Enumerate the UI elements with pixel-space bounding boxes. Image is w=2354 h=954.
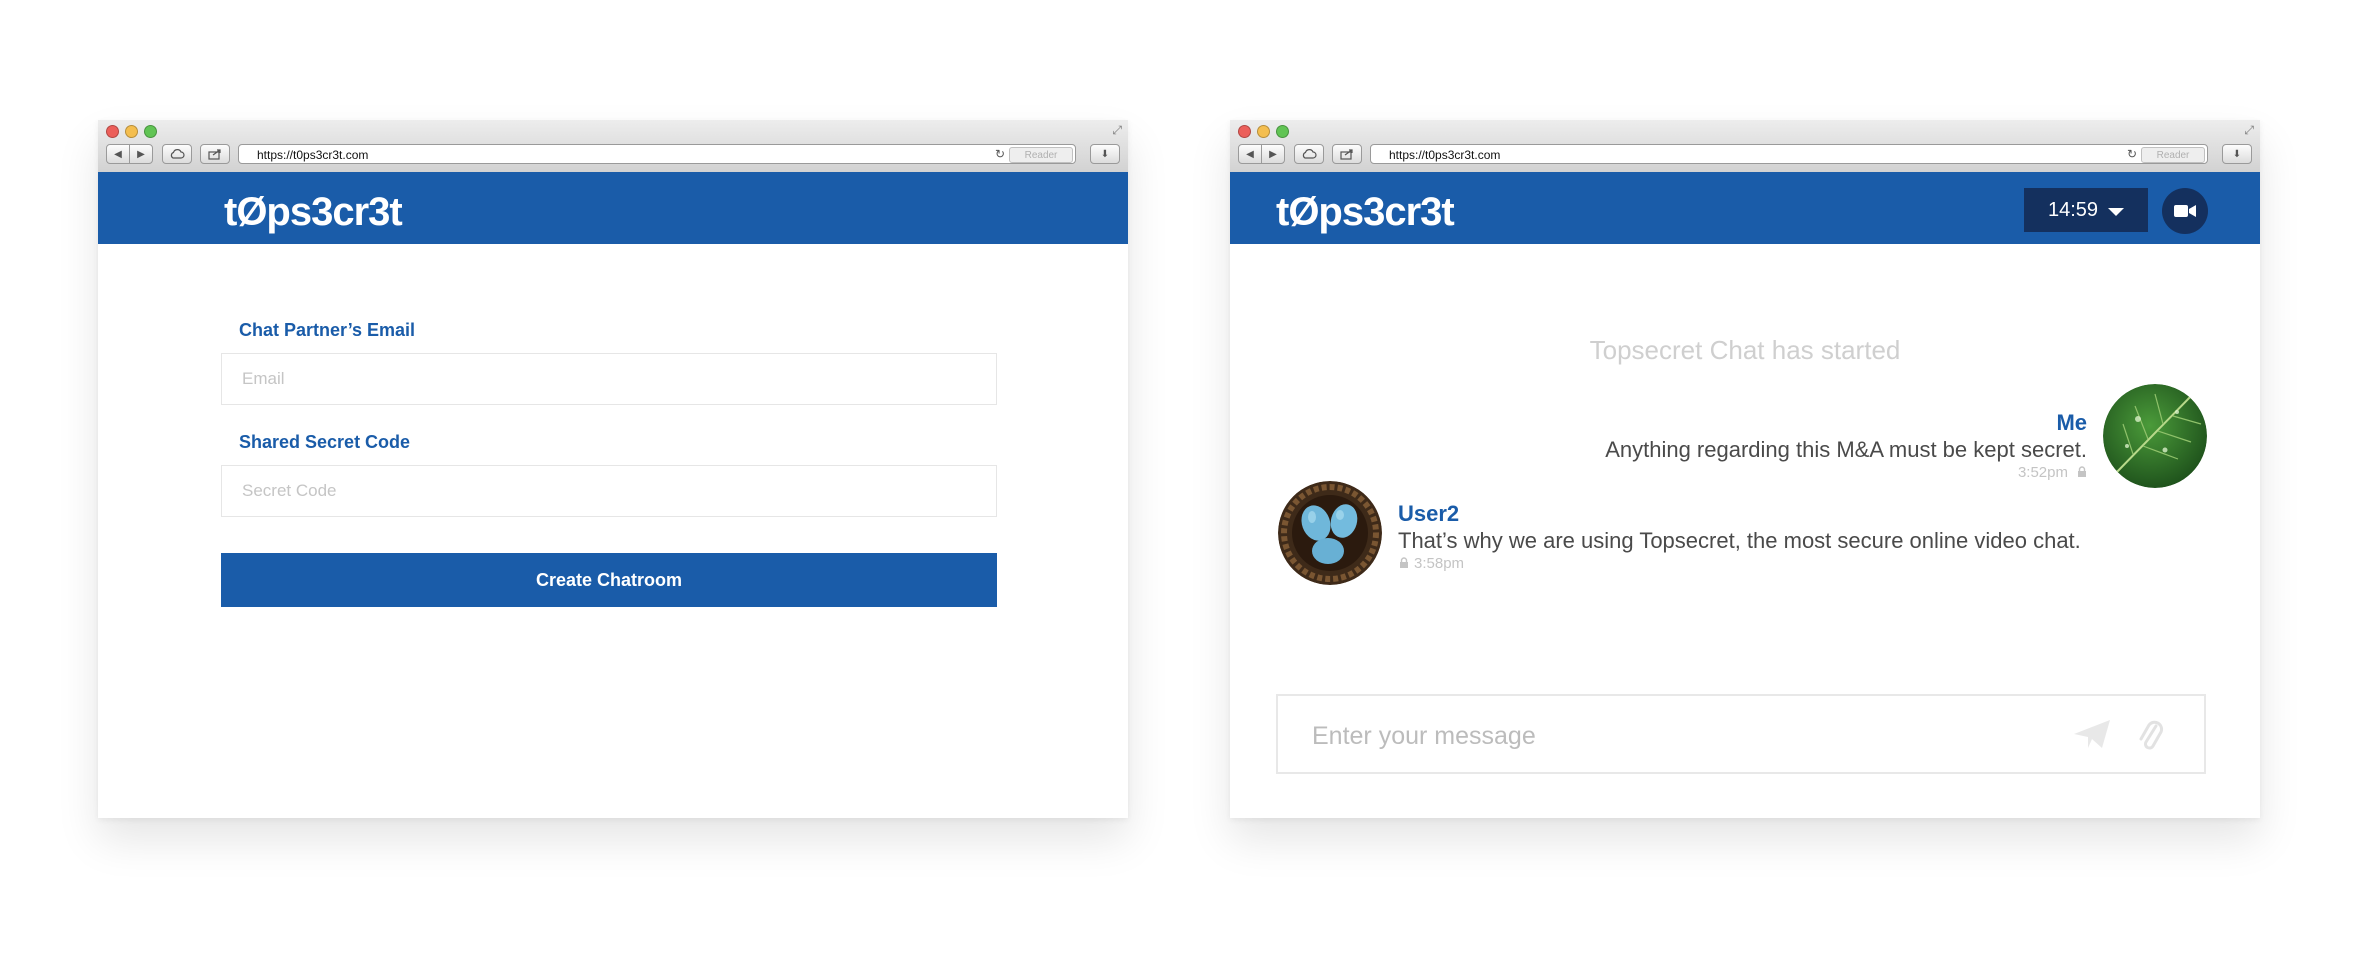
message-time: 3:58pm — [1414, 555, 1465, 572]
browser-chrome: ⤢ ◀ ▶ https://t0ps3cr3t.com ↻ Reader ⬇ — [1230, 120, 2260, 173]
session-timer-dropdown[interactable]: 14:59 — [2024, 188, 2148, 232]
reader-button[interactable]: Reader — [2141, 147, 2205, 163]
send-icon[interactable] — [2072, 718, 2112, 750]
email-field[interactable] — [221, 353, 997, 405]
cloud-icon — [1302, 149, 1317, 159]
message-text: That’s why we are using Topsecret, the m… — [1398, 528, 2081, 553]
zoom-window-button[interactable] — [144, 125, 157, 138]
browser-toolbar: ◀ ▶ https://t0ps3cr3t.com ↻ Reader ⬇ — [106, 144, 1120, 166]
message-text: Anything regarding this M&A must be kept… — [1605, 437, 2087, 462]
leaf-avatar — [2103, 384, 2207, 488]
back-button[interactable]: ◀ — [1238, 144, 1262, 164]
browser-toolbar: ◀ ▶ https://t0ps3cr3t.com ↻ Reader ⬇ — [1238, 144, 2252, 166]
share-button[interactable] — [200, 144, 230, 164]
close-window-button[interactable] — [106, 125, 119, 138]
close-window-button[interactable] — [1238, 125, 1251, 138]
caret-down-icon — [2108, 208, 2125, 216]
timer-value: 14:59 — [2047, 198, 2099, 221]
secret-code-label: Shared Secret Code — [239, 432, 411, 452]
window-controls — [1238, 125, 1289, 138]
cloud-icon — [170, 149, 185, 159]
address-bar[interactable]: https://t0ps3cr3t.com ↻ Reader — [1370, 144, 2208, 164]
url-text: https://t0ps3cr3t.com — [257, 148, 369, 162]
app-logo: tØps3cr3t — [1276, 190, 1455, 234]
icloud-tabs-button[interactable] — [1294, 144, 1324, 164]
downloads-button[interactable]: ⬇ — [1090, 144, 1120, 164]
lock-icon — [2078, 466, 2086, 477]
download-icon: ⬇ — [1100, 148, 1110, 160]
email-label: Chat Partner’s Email — [239, 320, 416, 340]
app-header: tØps3cr3t — [98, 172, 1128, 244]
message-input[interactable] — [1310, 718, 2074, 754]
app-header: tØps3cr3t 14:59 — [1230, 172, 2260, 244]
message-time: 3:52pm — [2017, 464, 2068, 481]
download-icon: ⬇ — [2232, 148, 2242, 160]
downloads-button[interactable]: ⬇ — [2222, 144, 2252, 164]
fullscreen-icon[interactable]: ⤢ — [2244, 123, 2254, 138]
reload-icon[interactable]: ↻ — [995, 147, 1005, 161]
minimize-window-button[interactable] — [1257, 125, 1270, 138]
share-button[interactable] — [1332, 144, 1362, 164]
back-icon: ◀ — [1246, 148, 1254, 160]
share-icon — [1340, 149, 1353, 160]
share-icon — [208, 149, 221, 160]
lock-icon — [1400, 557, 1408, 568]
forward-button[interactable]: ▶ — [1261, 144, 1285, 164]
address-bar[interactable]: https://t0ps3cr3t.com ↻ Reader — [238, 144, 1076, 164]
url-text: https://t0ps3cr3t.com — [1389, 148, 1501, 162]
window-controls — [106, 125, 157, 138]
nest-eggs-avatar — [1278, 481, 1382, 585]
message-sender: User2 — [1398, 501, 1460, 526]
back-button[interactable]: ◀ — [106, 144, 130, 164]
reader-button[interactable]: Reader — [1009, 147, 1073, 163]
secret-code-field[interactable] — [221, 465, 997, 517]
video-camera-icon — [2174, 205, 2196, 217]
video-call-button[interactable] — [2162, 188, 2208, 234]
icloud-tabs-button[interactable] — [162, 144, 192, 164]
forward-icon: ▶ — [1269, 148, 1277, 160]
create-chatroom-button[interactable]: Create Chatroom — [221, 553, 997, 607]
forward-icon: ▶ — [137, 148, 145, 160]
forward-button[interactable]: ▶ — [129, 144, 153, 164]
browser-window-create: ⤢ ◀ ▶ https://t0ps3cr3t.com ↻ Reader ⬇ t… — [98, 120, 1128, 818]
zoom-window-button[interactable] — [1276, 125, 1289, 138]
browser-chrome: ⤢ ◀ ▶ https://t0ps3cr3t.com ↻ Reader ⬇ — [98, 120, 1128, 173]
reload-icon[interactable]: ↻ — [2127, 147, 2137, 161]
app-logo: tØps3cr3t — [224, 190, 403, 234]
message-sender: Me — [2056, 410, 2087, 435]
back-icon: ◀ — [114, 148, 122, 160]
minimize-window-button[interactable] — [125, 125, 138, 138]
browser-window-chat: ⤢ ◀ ▶ https://t0ps3cr3t.com ↻ Reader ⬇ t… — [1230, 120, 2260, 818]
fullscreen-icon[interactable]: ⤢ — [1112, 123, 1122, 138]
message-composer — [1276, 694, 2206, 774]
paperclip-icon[interactable] — [2138, 716, 2164, 752]
chat-started-notice: Topsecret Chat has started — [1589, 335, 1901, 365]
